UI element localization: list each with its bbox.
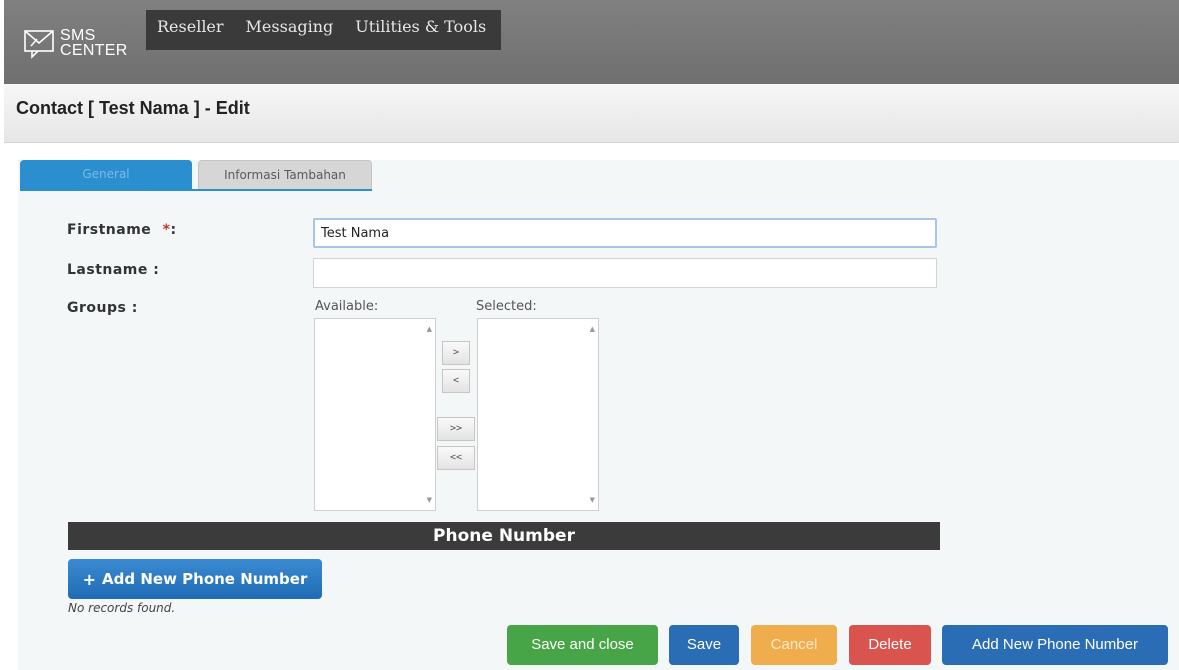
chat-envelope-icon: [24, 30, 54, 59]
available-label: Available:: [315, 299, 379, 314]
no-records-text: No records found.: [68, 601, 176, 615]
firstname-label-text: Firstname: [67, 222, 152, 238]
selected-groups-list[interactable]: ▲ ▼: [477, 318, 599, 511]
logo-text-line2: CENTER: [60, 42, 128, 59]
save-and-close-button[interactable]: Save and close: [507, 625, 658, 665]
logo-text: SMS CENTER: [60, 27, 128, 59]
tab-informasi-tambahan[interactable]: Informasi Tambahan: [198, 160, 372, 190]
add-new-phone-number-footer-button[interactable]: Add New Phone Number: [942, 625, 1168, 665]
add-new-phone-number-button[interactable]: + Add New Phone Number: [68, 559, 322, 599]
menu-item-reseller[interactable]: Reseller: [146, 10, 235, 50]
phone-number-section-header: Phone Number: [68, 522, 940, 550]
required-mark: *: [162, 222, 171, 238]
firstname-label: Firstname *:: [67, 222, 177, 238]
groups-label: Groups :: [67, 300, 138, 316]
save-button[interactable]: Save: [669, 625, 739, 665]
firstname-input[interactable]: Test Nama: [313, 218, 937, 248]
move-left-button[interactable]: <: [442, 369, 470, 393]
lastname-label: Lastname :: [67, 262, 160, 278]
tab-general[interactable]: General: [20, 160, 192, 190]
menu-item-utilities-tools[interactable]: Utilities & Tools: [344, 10, 497, 50]
scroll-up-icon[interactable]: ▲: [590, 325, 595, 333]
delete-button[interactable]: Delete: [849, 625, 931, 665]
tab-underline: [20, 189, 372, 191]
menu-item-messaging[interactable]: Messaging: [235, 10, 345, 50]
move-all-left-button[interactable]: <<: [437, 446, 475, 470]
plus-icon: +: [82, 569, 97, 589]
available-groups-list[interactable]: ▲ ▼: [314, 318, 436, 511]
scroll-up-icon[interactable]: ▲: [427, 325, 432, 333]
app-logo[interactable]: SMS CENTER: [22, 22, 128, 64]
add-phone-label: Add New Phone Number: [102, 570, 308, 588]
move-all-right-button[interactable]: >>: [437, 417, 475, 441]
scroll-down-icon[interactable]: ▼: [590, 496, 595, 504]
selected-label: Selected:: [476, 299, 537, 314]
cancel-button[interactable]: Cancel: [751, 625, 837, 665]
move-right-button[interactable]: >: [442, 341, 470, 365]
firstname-colon: :: [170, 222, 177, 238]
lastname-input[interactable]: [313, 258, 937, 288]
logo-text-line1: SMS: [60, 27, 96, 44]
scroll-down-icon[interactable]: ▼: [427, 496, 432, 504]
page-title: Contact [ Test Nama ] - Edit: [16, 98, 250, 118]
main-menu: Reseller Messaging Utilities & Tools: [146, 10, 502, 50]
